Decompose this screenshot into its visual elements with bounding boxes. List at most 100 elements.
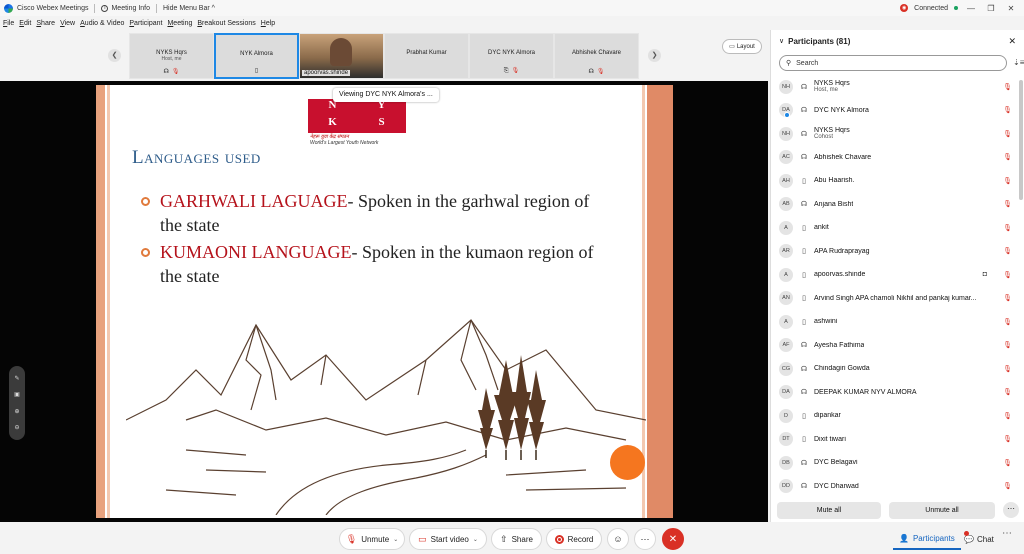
phone-icon: ▯: [802, 271, 806, 279]
muted-mic-icon[interactable]: 🎙: [1003, 341, 1012, 349]
participant-row[interactable]: CG ☊ Chindagiri Gowda 🎙: [771, 357, 1017, 381]
connection-quality-icon: [954, 6, 958, 10]
participant-row[interactable]: AF ☊ Ayesha Fathima 🎙: [771, 334, 1017, 358]
shared-slide: N Y K S नेहरू युवा केंद्र संगठन World's …: [96, 85, 673, 518]
participant-row[interactable]: AN ▯ Arvind Singh APA chamoli Nikhil and p…: [771, 287, 1017, 311]
muted-mic-icon[interactable]: 🎙: [1003, 412, 1012, 420]
muted-mic-icon[interactable]: 🎙: [1003, 318, 1012, 326]
muted-mic-icon[interactable]: 🎙: [1003, 294, 1012, 302]
leave-meeting-button[interactable]: ✕: [662, 528, 684, 550]
participant-row[interactable]: NH ☊ NYKS Hqrs Cohost 🎙: [771, 122, 1017, 146]
muted-mic-icon[interactable]: 🎙: [1003, 106, 1012, 114]
close-panel-icon[interactable]: ✕: [1008, 36, 1016, 47]
participant-list-scrollbar[interactable]: [1019, 80, 1023, 200]
participant-row[interactable]: A ▯ apoorvas.shinde ◘ 🎙: [771, 263, 1017, 287]
more-panels-icon[interactable]: ⋯: [1002, 528, 1012, 539]
phone-icon: ▯: [802, 436, 806, 444]
participant-name-block: DYC Belagavi: [814, 459, 858, 466]
mute-all-button[interactable]: Mute all: [777, 501, 881, 519]
menu-help[interactable]: Help: [261, 20, 275, 27]
next-thumbnails-button[interactable]: ❯: [648, 49, 661, 62]
muted-mic-icon[interactable]: 🎙: [1003, 388, 1012, 396]
meeting-info-button[interactable]: i Meeting Info: [101, 4, 150, 12]
hide-menu-bar-button[interactable]: Hide Menu Bar ^: [163, 5, 215, 12]
muted-mic-icon[interactable]: 🎙: [1003, 271, 1012, 279]
participants-panel-header[interactable]: ∨ Participants (81) ✕: [771, 30, 1024, 52]
muted-mic-icon[interactable]: 🎙: [1003, 153, 1012, 161]
connection-status-icon[interactable]: ◉: [900, 4, 909, 12]
participant-row[interactable]: D ▯ dipankar 🎙: [771, 404, 1017, 428]
menu-participant[interactable]: Participant: [129, 20, 162, 27]
participant-name: Ayesha Fathima: [814, 341, 865, 349]
minimize-button[interactable]: —: [964, 4, 978, 13]
restore-button[interactable]: ❐: [984, 4, 998, 13]
start-video-button[interactable]: ▭ Start video ⌄: [409, 528, 487, 550]
thumbnail-dyc-nyk-almora[interactable]: DYC NYK Almora ⎘ 🎙: [469, 33, 554, 79]
menu-audio-video[interactable]: Audio & Video: [80, 20, 124, 27]
more-options-button[interactable]: ⋯: [1003, 502, 1019, 518]
muted-mic-icon[interactable]: 🎙: [1003, 435, 1012, 443]
viewing-share-tooltip[interactable]: Viewing DYC NYK Almora's ...: [333, 88, 439, 102]
thumbnail-nyk-almora[interactable]: NYK Almora ▯: [214, 33, 299, 79]
layout-button[interactable]: ▭ Layout: [722, 39, 762, 54]
participant-name: Anjana Bisht: [814, 200, 854, 208]
participants-toggle-button[interactable]: 👤 Participants: [893, 528, 961, 550]
connection-status[interactable]: Connected: [914, 5, 948, 12]
zoom-out-icon[interactable]: ⊖: [14, 424, 19, 431]
sort-icon[interactable]: ⇣≡: [1013, 58, 1024, 67]
avatar-initials: NH: [782, 83, 790, 90]
menu-file[interactable]: File: [3, 20, 14, 27]
menu-share[interactable]: Share: [36, 20, 55, 27]
participant-row[interactable]: AB ☊ Anjana Bisht 🎙: [771, 193, 1017, 217]
chat-toggle-button[interactable]: 💬 Chat: [960, 528, 998, 550]
unmute-button[interactable]: 🎙 Unmute ⌄: [339, 528, 405, 550]
muted-mic-icon[interactable]: 🎙: [1003, 482, 1012, 490]
muted-mic-icon[interactable]: 🎙: [1003, 177, 1012, 185]
reactions-button[interactable]: ☺: [607, 528, 629, 550]
menu-view[interactable]: View: [60, 20, 75, 27]
participant-row[interactable]: DD ☊ DYC Dharwad 🎙: [771, 475, 1017, 496]
phone-icon: ▯: [802, 224, 806, 232]
close-window-button[interactable]: ✕: [1004, 4, 1018, 13]
muted-mic-icon[interactable]: 🎙: [1003, 200, 1012, 208]
shared-content-stage[interactable]: N Y K S नेहरू युवा केंद्र संगठन World's …: [0, 81, 768, 522]
chevron-down-icon[interactable]: ∨: [779, 37, 784, 45]
muted-mic-icon[interactable]: 🎙: [1003, 365, 1012, 373]
phone-icon: ▯: [802, 295, 806, 303]
annotate-icon[interactable]: ✎: [14, 375, 19, 382]
thumbnail-nyks-hqrs[interactable]: NYKS Hqrs Host, me ☊ 🎙: [129, 33, 214, 79]
menu-meeting[interactable]: Meeting: [167, 20, 192, 27]
fit-icon[interactable]: ▣: [14, 391, 20, 398]
avatar: D: [779, 408, 793, 423]
muted-mic-icon[interactable]: 🎙: [1003, 459, 1012, 467]
participant-row[interactable]: DB ☊ DYC Belagavi 🎙: [771, 451, 1017, 475]
participant-row[interactable]: AR ▯ APA Rudraprayag 🎙: [771, 240, 1017, 264]
muted-mic-icon[interactable]: 🎙: [1003, 224, 1012, 232]
muted-mic-icon[interactable]: 🎙: [1003, 130, 1012, 138]
thumbnail-prabhat-kumar[interactable]: Prabhat Kumar: [384, 33, 469, 79]
participant-row[interactable]: DA ☊ DYC NYK Almora 🎙: [771, 99, 1017, 123]
thumbnail-apoorvas-shinde[interactable]: apoorvas.shinde: [299, 33, 384, 79]
chevron-down-icon[interactable]: ⌄: [473, 536, 478, 543]
menu-breakout-sessions[interactable]: Breakout Sessions: [197, 20, 255, 27]
participant-row[interactable]: NH ☊ NYKS Hqrs Host, me 🎙: [771, 75, 1017, 99]
participant-row[interactable]: A ▯ ashwini 🎙: [771, 310, 1017, 334]
participant-row[interactable]: DT ▯ Dixit tiwari 🎙: [771, 428, 1017, 452]
unmute-all-button[interactable]: Unmute all: [889, 501, 995, 519]
participant-row[interactable]: A ▯ ankit 🎙: [771, 216, 1017, 240]
chevron-down-icon[interactable]: ⌄: [393, 536, 398, 543]
more-options-button[interactable]: ⋯: [634, 528, 656, 550]
thumbnail-abhishek-chavare[interactable]: Abhishek Chavare ☊ 🎙: [554, 33, 639, 79]
record-button[interactable]: Record: [546, 528, 602, 550]
participant-search-input[interactable]: ⚲ Search: [779, 55, 1007, 71]
participant-row[interactable]: DA ☊ DEEPAK KUMAR NYV ALMORA 🎙: [771, 381, 1017, 405]
prev-thumbnails-button[interactable]: ❮: [108, 49, 121, 62]
muted-mic-icon[interactable]: 🎙: [1003, 247, 1012, 255]
participant-row[interactable]: AH ▯ Abu Haarish. 🎙: [771, 169, 1017, 193]
participant-row[interactable]: AC ☊ Abhishek Chavare 🎙: [771, 146, 1017, 170]
share-button[interactable]: ⇧ Share: [491, 528, 542, 550]
zoom-in-icon[interactable]: ⊕: [14, 408, 19, 415]
screen-share-icon: ⎘: [503, 68, 509, 74]
muted-mic-icon[interactable]: 🎙: [1003, 83, 1012, 91]
menu-edit[interactable]: Edit: [19, 20, 31, 27]
